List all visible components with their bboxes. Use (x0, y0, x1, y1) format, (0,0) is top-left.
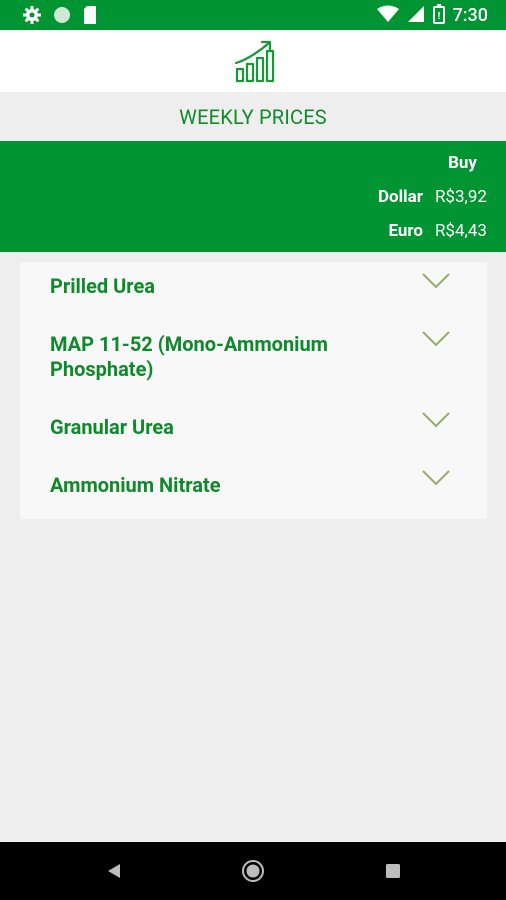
recents-icon[interactable] (373, 842, 413, 900)
chevron-down-icon[interactable] (421, 469, 451, 487)
gear-icon (22, 5, 42, 29)
chevron-down-icon[interactable] (421, 330, 451, 348)
app-header (0, 30, 506, 92)
buy-header: Buy (448, 153, 477, 173)
currency-label: Dollar (377, 187, 423, 207)
product-list: Prilled Urea MAP 11-52 (Mono-Ammonium Ph… (20, 262, 487, 519)
status-time: 7:30 (452, 5, 488, 26)
rate-row-dollar: Dollar R$3,92 (378, 187, 487, 207)
currency-value: R$3,92 (434, 187, 487, 207)
cell-signal-icon (407, 5, 425, 27)
product-item-prilled-urea[interactable]: Prilled Urea (20, 262, 487, 320)
battery-icon: ! (432, 4, 445, 28)
currency-value: R$4,43 (434, 221, 487, 241)
rising-chart-icon (233, 39, 275, 83)
home-icon[interactable] (232, 842, 274, 900)
product-item-granular-urea[interactable]: Granular Urea (20, 403, 487, 461)
sim-card-icon (82, 5, 98, 29)
currency-label: Euro (388, 221, 423, 241)
circle-icon (52, 5, 72, 29)
product-item-map-11-52[interactable]: MAP 11-52 (Mono-Ammonium Phosphate) (20, 320, 487, 403)
product-name: Ammonium Nitrate (50, 473, 221, 497)
status-bar: ! 7:30 (0, 0, 506, 30)
svg-text:!: ! (437, 11, 440, 22)
chevron-down-icon[interactable] (421, 411, 451, 429)
product-name: Prilled Urea (50, 274, 155, 298)
product-name: MAP 11-52 (Mono-Ammonium Phosphate) (50, 332, 328, 381)
product-item-ammonium-nitrate[interactable]: Ammonium Nitrate (20, 461, 487, 519)
exchange-rate-panel: Buy Dollar R$3,92 Euro R$4,43 (0, 141, 506, 252)
page-title: WEEKLY PRICES (179, 105, 327, 129)
rate-row-euro: Euro R$4,43 (388, 221, 487, 241)
chevron-down-icon[interactable] (421, 272, 451, 290)
product-name: Granular Urea (50, 415, 174, 439)
back-icon[interactable] (94, 842, 134, 900)
wifi-icon (376, 5, 399, 27)
navigation-bar (0, 842, 506, 900)
